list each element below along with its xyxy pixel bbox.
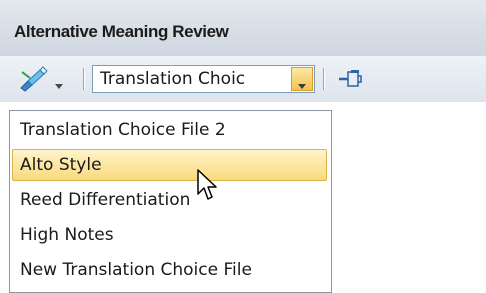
toolbar: Translation Choic — [0, 56, 486, 102]
panel-header: Alternative Meaning Review — [0, 0, 486, 56]
dropdown-item-translation-choice-file-2[interactable]: Translation Choice File 2 — [12, 114, 327, 146]
pin-icon — [337, 67, 363, 91]
translation-choice-combo[interactable]: Translation Choic — [92, 65, 315, 93]
dropdown-item-new-translation-choice-file[interactable]: New Translation Choice File — [12, 254, 327, 286]
toolbar-separator — [323, 68, 325, 90]
combo-dropdown-button[interactable] — [291, 67, 313, 91]
toolbar-separator — [83, 68, 85, 90]
mouse-cursor-icon — [196, 168, 220, 206]
translation-choice-dropdown: Translation Choice File 2 Alto Style Ree… — [9, 110, 332, 293]
chevron-down-icon[interactable] — [54, 75, 64, 89]
pen-brush-icon — [18, 66, 48, 92]
dropdown-item-high-notes[interactable]: High Notes — [12, 219, 327, 251]
chevron-down-icon — [297, 75, 307, 89]
combo-value[interactable]: Translation Choic — [100, 69, 282, 89]
pin-button[interactable] — [333, 64, 367, 94]
panel-title: Alternative Meaning Review — [14, 22, 229, 41]
dropdown-item-alto-style[interactable]: Alto Style — [12, 149, 327, 181]
dropdown-item-reed-differentiation[interactable]: Reed Differentiation — [12, 184, 327, 216]
tool-button[interactable] — [10, 64, 72, 94]
